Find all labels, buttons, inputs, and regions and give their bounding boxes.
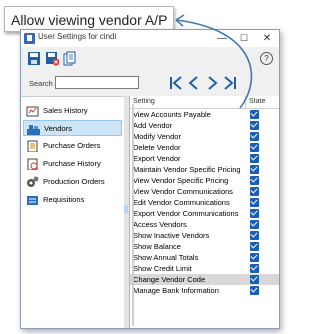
table-row[interactable]: Add Vendor [130,120,279,131]
state-checkbox[interactable] [250,264,259,273]
sidebar-scroll-thumb[interactable] [124,205,128,213]
title-bar: User Settings for cindi — ☐ ✕ [21,30,279,47]
setting-label: Modify Vendor [133,132,181,141]
sidebar-item-label: Vendors [44,124,72,133]
column-header-state[interactable]: State [249,98,265,105]
state-checkbox[interactable] [250,231,259,240]
state-checkbox[interactable] [250,253,259,262]
table-row[interactable]: Show Balance [130,241,279,252]
sidebar-item-label: Purchase Orders [43,141,101,150]
last-record-icon[interactable] [223,75,237,91]
setting-label: Add Vendor [133,121,173,130]
setting-label: Export Vendor [133,154,181,163]
table-row[interactable]: View Accounts Payable [130,109,279,120]
state-checkbox[interactable] [250,220,259,229]
table-row[interactable]: Show Credit Limit [130,263,279,274]
setting-label: View Accounts Payable [133,110,211,119]
table-row[interactable]: Change Vendor Code [130,274,279,285]
sidebar-item-label: Sales History [43,106,88,115]
purchase-history-icon [27,158,38,170]
vendors-icon [27,125,40,135]
table-row[interactable]: Export Vendor [130,153,279,164]
production-orders-icon [27,176,39,187]
minimize-button[interactable]: — [211,30,233,47]
column-divider [245,96,246,108]
save-close-icon[interactable] [45,51,59,66]
setting-label: Export Vendor Communications [133,209,239,218]
state-checkbox[interactable] [250,132,259,141]
callout-text: Allow viewing vendor A/P [11,12,168,28]
first-record-icon[interactable] [169,75,183,91]
setting-label: Change Vendor Code [133,275,206,284]
table-row[interactable]: Maintain Vendor Specific Pricing [130,164,279,175]
copy-icon[interactable] [63,51,77,66]
column-header-setting[interactable]: Setting [133,98,155,105]
grid-scrollbar[interactable] [132,104,134,326]
next-record-icon[interactable] [205,75,219,91]
sidebar-item-requisitions[interactable]: Requisitions [23,192,122,208]
table-row[interactable]: Show Inactive Vendors [130,230,279,241]
sidebar-item-production-orders[interactable]: Production Orders [23,174,122,190]
setting-label: Access Vendors [133,220,187,229]
setting-label: Manage Bank Information [133,286,219,295]
table-row[interactable]: Edit Vendor Communications [130,197,279,208]
search-input[interactable] [55,76,139,89]
sidebar-item-vendors[interactable]: Vendors [23,120,122,136]
category-sidebar: Sales History Vendors Purchase Orders Pu… [21,96,124,328]
search-bar: Search [21,73,279,95]
help-icon[interactable]: ? [260,52,273,65]
search-label: Search [29,79,53,88]
state-checkbox[interactable] [250,275,259,284]
state-checkbox[interactable] [250,187,259,196]
state-checkbox[interactable] [250,198,259,207]
table-row[interactable]: View Vendor Communications [130,186,279,197]
toolbar: ? [21,47,279,71]
state-checkbox[interactable] [250,110,259,119]
table-row[interactable]: View Vendor Specific Pricing [130,175,279,186]
state-checkbox[interactable] [250,176,259,185]
table-row[interactable]: Delete Vendor [130,142,279,153]
setting-label: Show Balance [133,242,181,251]
sidebar-item-label: Purchase History [43,159,101,168]
setting-label: Show Annual Totals [133,253,199,262]
setting-label: Delete Vendor [133,143,181,152]
table-row[interactable]: Show Annual Totals [130,252,279,263]
setting-label: View Vendor Communications [133,187,233,196]
state-checkbox[interactable] [250,165,259,174]
grid-header: Setting State [130,96,279,109]
sidebar-item-purchase-orders[interactable]: Purchase Orders [23,138,122,154]
setting-label: View Vendor Specific Pricing [133,176,229,185]
table-row[interactable]: Access Vendors [130,219,279,230]
maximize-button[interactable]: ☐ [233,30,255,47]
sidebar-item-sales-history[interactable]: Sales History [23,103,122,119]
previous-record-icon[interactable] [187,75,201,91]
state-checkbox[interactable] [250,121,259,130]
state-checkbox[interactable] [250,209,259,218]
setting-label: Show Inactive Vendors [133,231,210,240]
purchase-orders-icon [27,140,38,152]
sidebar-item-label: Requisitions [43,195,85,204]
sales-history-icon [26,106,39,117]
table-row[interactable]: Manage Bank Information [130,285,279,296]
table-row[interactable]: Modify Vendor [130,131,279,142]
close-button[interactable]: ✕ [256,30,278,47]
sidebar-item-label: Production Orders [43,177,105,186]
setting-label: Show Credit Limit [133,264,192,273]
user-settings-window: User Settings for cindi — ☐ ✕ ? Search S… [20,29,280,329]
app-icon [24,33,35,44]
state-checkbox[interactable] [250,242,259,251]
table-row[interactable]: Export Vendor Communications [130,208,279,219]
settings-grid: Setting State View Accounts Payable Add V… [129,96,279,328]
state-checkbox[interactable] [250,143,259,152]
setting-label: Maintain Vendor Specific Pricing [133,165,241,174]
state-checkbox[interactable] [250,154,259,163]
sidebar-item-purchase-history[interactable]: Purchase History [23,156,122,172]
setting-label: Edit Vendor Communications [133,198,230,207]
state-checkbox[interactable] [250,286,259,295]
save-icon[interactable] [27,51,41,66]
requisitions-icon [27,196,38,205]
window-title: User Settings for cindi [38,32,117,41]
